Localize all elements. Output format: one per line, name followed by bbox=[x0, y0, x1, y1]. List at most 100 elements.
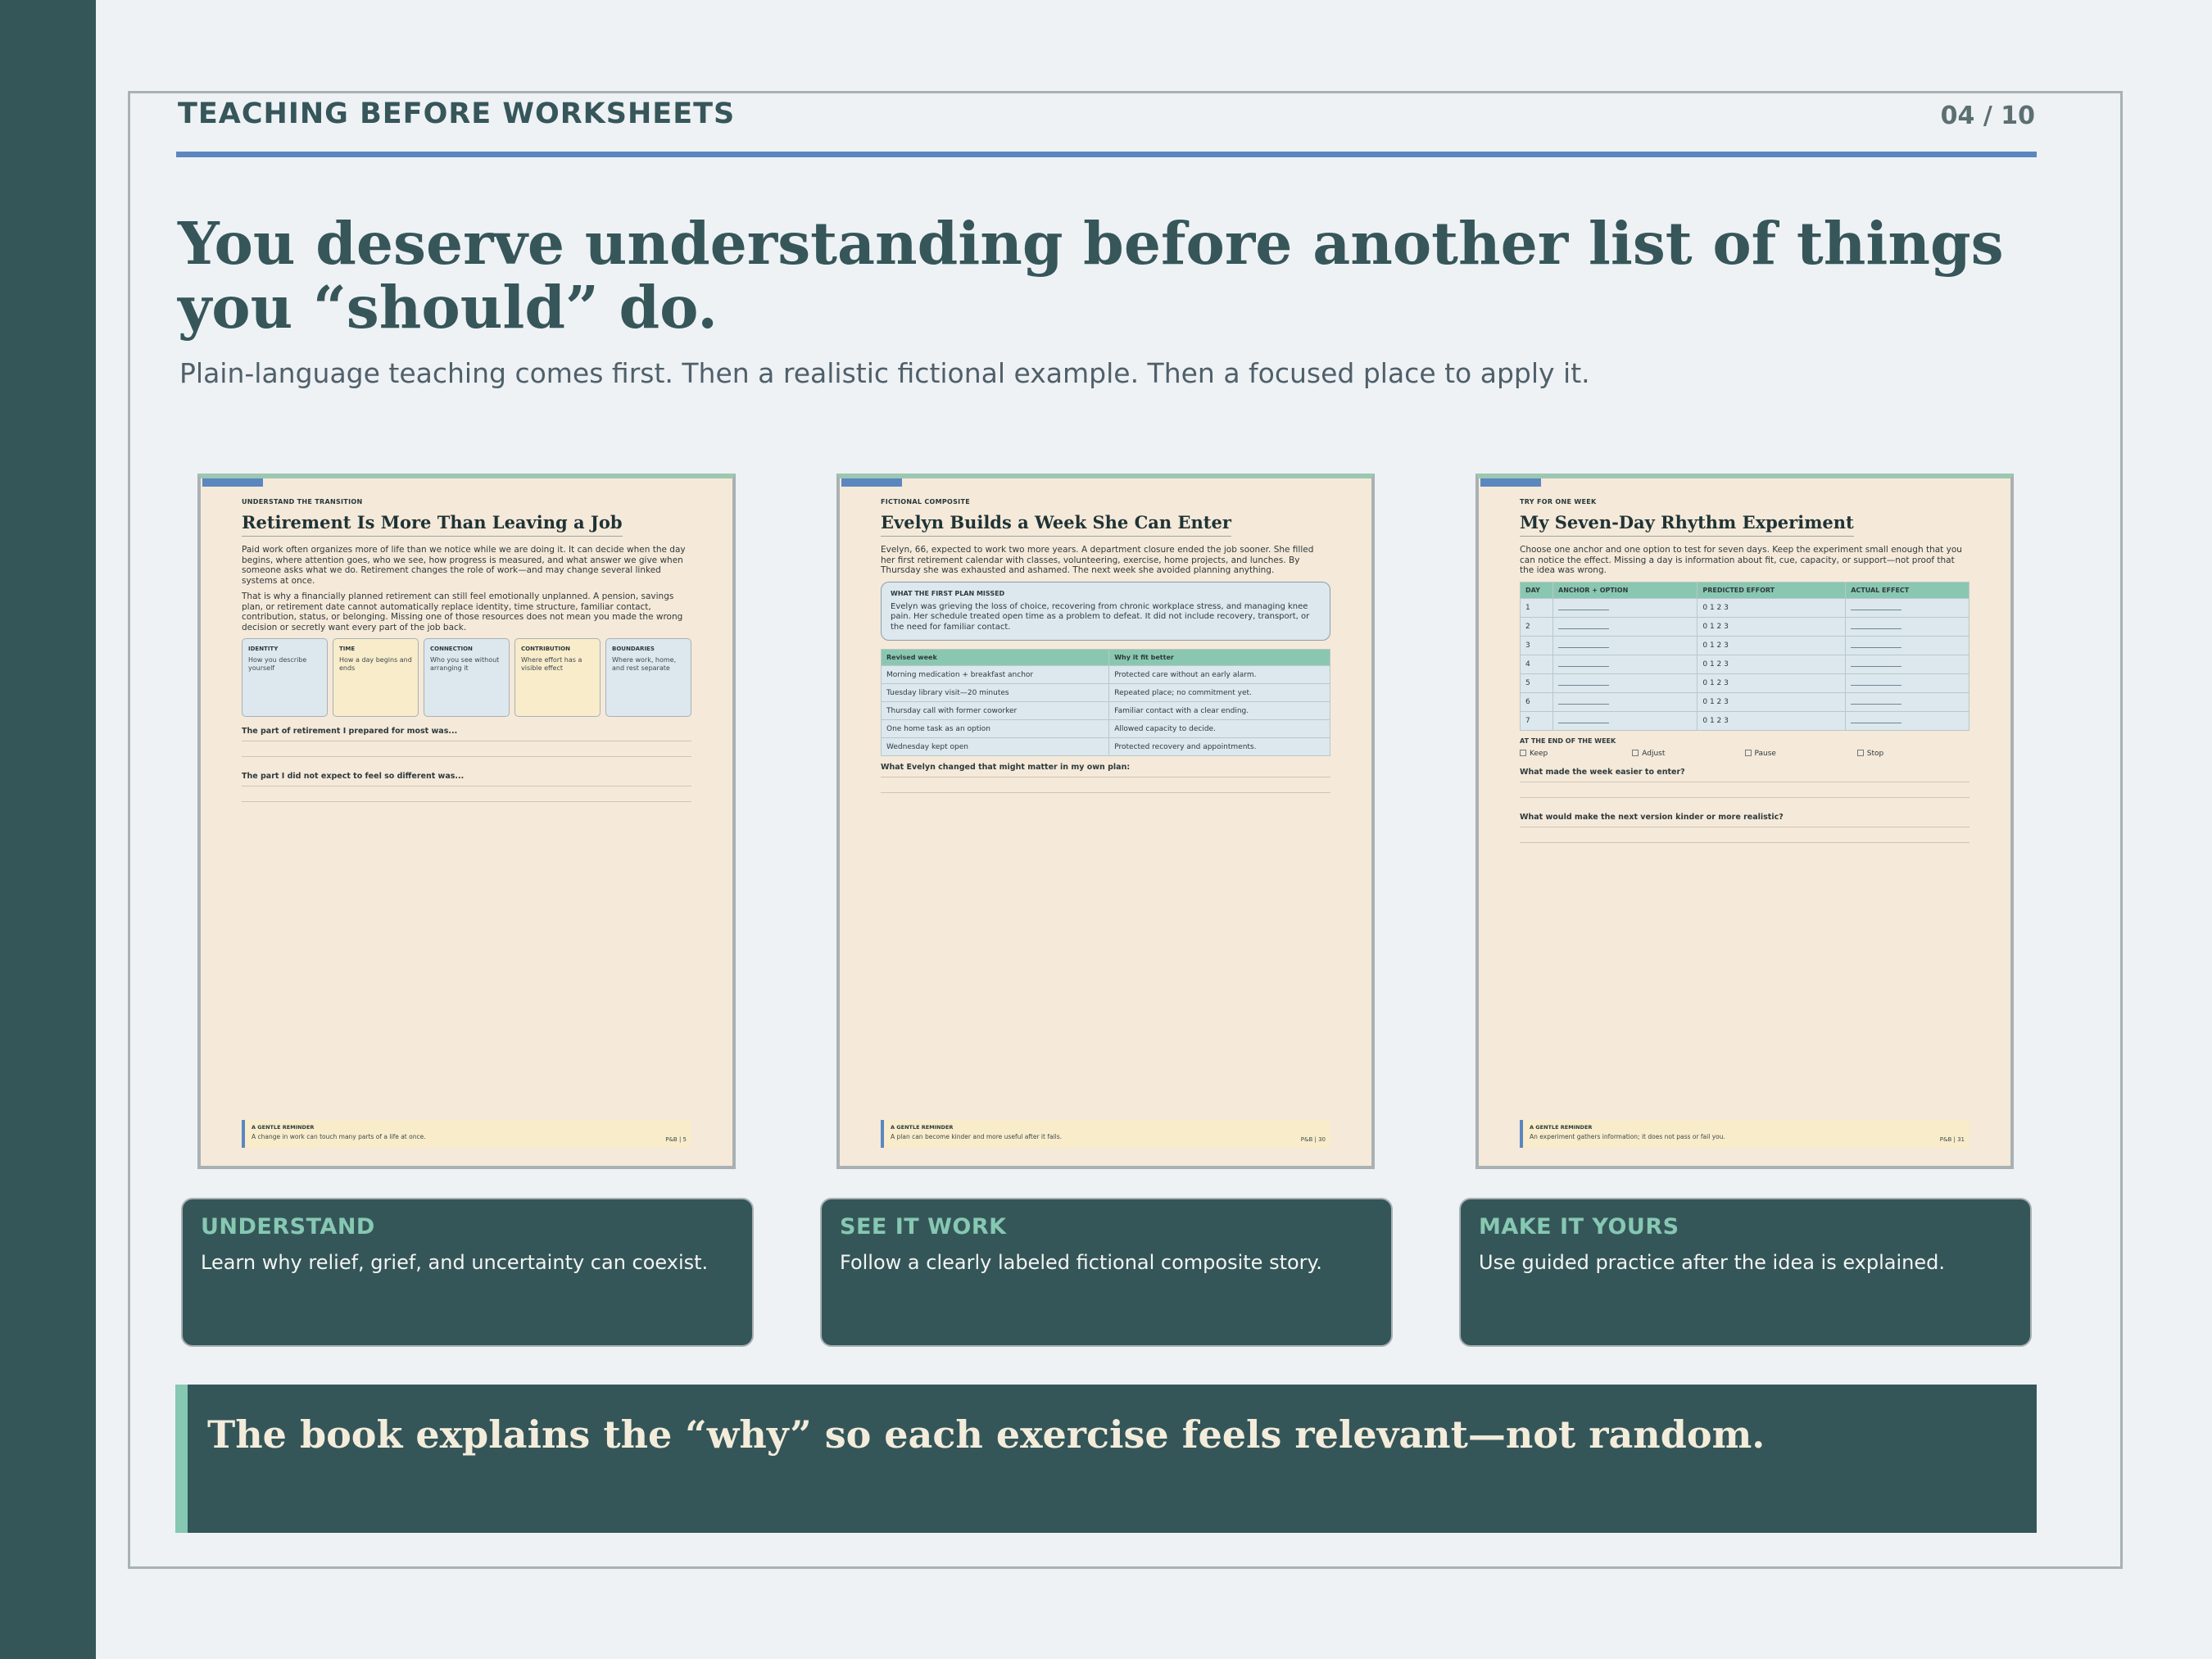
concept-card-contribution: CONTRIBUTION Where effort has a visible … bbox=[514, 638, 601, 717]
concept-card-identity: IDENTITY How you describe yourself bbox=[242, 638, 328, 717]
rhythm-experiment-table: DAY ANCHOR + OPTION PREDICTED EFFORT ACT… bbox=[1520, 581, 1969, 731]
effort-scale[interactable]: 0 1 2 3 bbox=[1697, 673, 1847, 693]
worksheet-title: My Seven-Day Rhythm Experiment bbox=[1520, 512, 1854, 537]
day-cell: 6 bbox=[1520, 691, 1553, 712]
anchor-blank[interactable] bbox=[1552, 597, 1698, 618]
checkbox-icon[interactable] bbox=[1856, 749, 1864, 756]
reminder-text: A change in work can touch many parts of… bbox=[252, 1133, 426, 1140]
table-cell: Allowed capacity to decide. bbox=[1108, 719, 1330, 738]
table-row: Tuesday library visit—20 minutes Repeate… bbox=[880, 683, 1330, 702]
section-kicker: TEACHING BEFORE WORKSHEETS bbox=[178, 97, 736, 130]
table-cell: Wednesday kept open bbox=[880, 737, 1110, 756]
caption-text: Follow a clearly labeled fictional compo… bbox=[840, 1251, 1322, 1274]
writing-line[interactable] bbox=[242, 756, 691, 757]
day-cell: 1 bbox=[1520, 597, 1553, 618]
gentle-reminder: A GENTLE REMINDER A plan can become kind… bbox=[881, 1120, 1330, 1148]
callout-text: Evelyn was grieving the loss of choice, … bbox=[891, 601, 1310, 632]
card-title: CONTRIBUTION bbox=[521, 646, 570, 652]
anchor-blank[interactable] bbox=[1552, 673, 1698, 693]
card-title: TIME bbox=[339, 646, 356, 652]
table-row: Morning medication + breakfast anchor Pr… bbox=[880, 665, 1330, 684]
effect-blank[interactable] bbox=[1845, 673, 1969, 693]
card-title: IDENTITY bbox=[248, 646, 279, 652]
effect-blank[interactable] bbox=[1845, 710, 1969, 731]
table-row: 7 0 1 2 3 bbox=[1520, 710, 1969, 731]
table-row: 5 0 1 2 3 bbox=[1520, 673, 1969, 693]
writing-line[interactable] bbox=[1520, 841, 1969, 843]
table-cell: Protected recovery and appointments. bbox=[1108, 737, 1330, 756]
card-title: CONNECTION bbox=[430, 646, 473, 652]
effort-scale[interactable]: 0 1 2 3 bbox=[1697, 654, 1847, 674]
card-desc: How a day begins and ends bbox=[339, 656, 412, 672]
reminder-page: P&B | 31 bbox=[1939, 1136, 1965, 1143]
effect-blank[interactable] bbox=[1845, 691, 1969, 712]
page-title: You deserve understanding before another… bbox=[178, 209, 2004, 342]
table-header: Why it fit better bbox=[1108, 649, 1330, 666]
writing-line[interactable] bbox=[881, 792, 1330, 793]
reflection-prompt: What would make the next version kinder … bbox=[1520, 812, 1784, 822]
anchor-blank[interactable] bbox=[1552, 691, 1698, 712]
effect-blank[interactable] bbox=[1845, 616, 1969, 637]
worksheet-understand: UNDERSTAND THE TRANSITION Retirement Is … bbox=[197, 474, 736, 1169]
effort-scale[interactable]: 0 1 2 3 bbox=[1697, 616, 1847, 637]
card-desc: How you describe yourself bbox=[248, 656, 307, 672]
writing-line[interactable] bbox=[242, 801, 691, 802]
concept-card-boundaries: BOUNDARIES Where work, home, and rest se… bbox=[605, 638, 691, 717]
table-cell: Tuesday library visit—20 minutes bbox=[880, 683, 1110, 702]
caption-card-make-it-yours: MAKE IT YOURS Use guided practice after … bbox=[1459, 1198, 2032, 1347]
table-header: ACTUAL EFFECT bbox=[1845, 581, 1969, 599]
reflection-prompt: The part I did not expect to feel so dif… bbox=[242, 772, 465, 781]
table-header: ANCHOR + OPTION bbox=[1552, 581, 1698, 599]
table-cell: Familiar contact with a clear ending. bbox=[1108, 701, 1330, 720]
table-row: Wednesday kept open Protected recovery a… bbox=[880, 737, 1330, 756]
option-label: Adjust bbox=[1642, 749, 1666, 758]
header-rule bbox=[176, 152, 2037, 157]
sidebar-accent bbox=[0, 0, 96, 1659]
revised-week-table: Revised week Why it fit better Morning m… bbox=[880, 649, 1330, 756]
effort-scale[interactable]: 0 1 2 3 bbox=[1697, 635, 1847, 655]
anchor-blank[interactable] bbox=[1552, 635, 1698, 655]
table-row: One home task as an option Allowed capac… bbox=[880, 719, 1330, 738]
option-adjust[interactable]: Adjust bbox=[1632, 749, 1744, 758]
checkbox-icon[interactable] bbox=[1520, 749, 1526, 756]
effect-blank[interactable] bbox=[1845, 597, 1969, 618]
caption-text: Learn why relief, grief, and uncertainty… bbox=[201, 1251, 709, 1274]
effect-blank[interactable] bbox=[1845, 654, 1969, 674]
reflection-prompt: What made the week easier to enter? bbox=[1520, 767, 1685, 777]
reflection-prompt: What Evelyn changed that might matter in… bbox=[881, 763, 1131, 772]
anchor-blank[interactable] bbox=[1552, 616, 1698, 637]
worksheet-make-it-yours: TRY FOR ONE WEEK My Seven-Day Rhythm Exp… bbox=[1475, 474, 2014, 1169]
reminder-title: A GENTLE REMINDER bbox=[891, 1124, 954, 1131]
closing-banner: The book explains the “why” so each exer… bbox=[175, 1385, 2037, 1533]
option-label: Stop bbox=[1866, 749, 1884, 758]
effort-scale[interactable]: 0 1 2 3 bbox=[1697, 691, 1847, 712]
anchor-blank[interactable] bbox=[1552, 654, 1698, 674]
day-cell: 4 bbox=[1520, 654, 1553, 674]
option-stop[interactable]: Stop bbox=[1856, 749, 1969, 758]
table-row: 4 0 1 2 3 bbox=[1520, 654, 1969, 674]
page-number: 04 / 10 bbox=[1940, 102, 2035, 130]
reminder-page: P&B | 30 bbox=[1300, 1136, 1326, 1143]
checkbox-icon[interactable] bbox=[1744, 749, 1752, 756]
writing-line[interactable] bbox=[1520, 796, 1969, 798]
table-row: 6 0 1 2 3 bbox=[1520, 691, 1969, 712]
option-keep[interactable]: Keep bbox=[1520, 749, 1632, 758]
reminder-page: P&B | 5 bbox=[665, 1136, 687, 1143]
worksheet-paragraph: Choose one anchor and one option to test… bbox=[1520, 545, 1962, 575]
callout-title: WHAT THE FIRST PLAN MISSED bbox=[891, 589, 1005, 597]
anchor-blank[interactable] bbox=[1552, 710, 1698, 731]
card-title: BOUNDARIES bbox=[612, 646, 655, 652]
option-label: Pause bbox=[1754, 749, 1776, 758]
option-pause[interactable]: Pause bbox=[1744, 749, 1857, 758]
checkbox-icon[interactable] bbox=[1632, 749, 1639, 756]
table-cell: One home task as an option bbox=[880, 719, 1110, 738]
end-of-week-title: AT THE END OF THE WEEK bbox=[1520, 737, 1616, 745]
table-cell: Protected care without an early alarm. bbox=[1108, 665, 1330, 684]
card-desc: Where effort has a visible effect bbox=[521, 656, 582, 672]
concept-card-connection: CONNECTION Who you see without arranging… bbox=[424, 638, 510, 717]
effort-scale[interactable]: 0 1 2 3 bbox=[1697, 597, 1847, 618]
worksheet-paragraph: Evelyn, 66, expected to work two more ye… bbox=[881, 545, 1314, 575]
effort-scale[interactable]: 0 1 2 3 bbox=[1697, 710, 1847, 731]
effect-blank[interactable] bbox=[1845, 635, 1969, 655]
callout-box: WHAT THE FIRST PLAN MISSED Evelyn was gr… bbox=[881, 581, 1330, 641]
